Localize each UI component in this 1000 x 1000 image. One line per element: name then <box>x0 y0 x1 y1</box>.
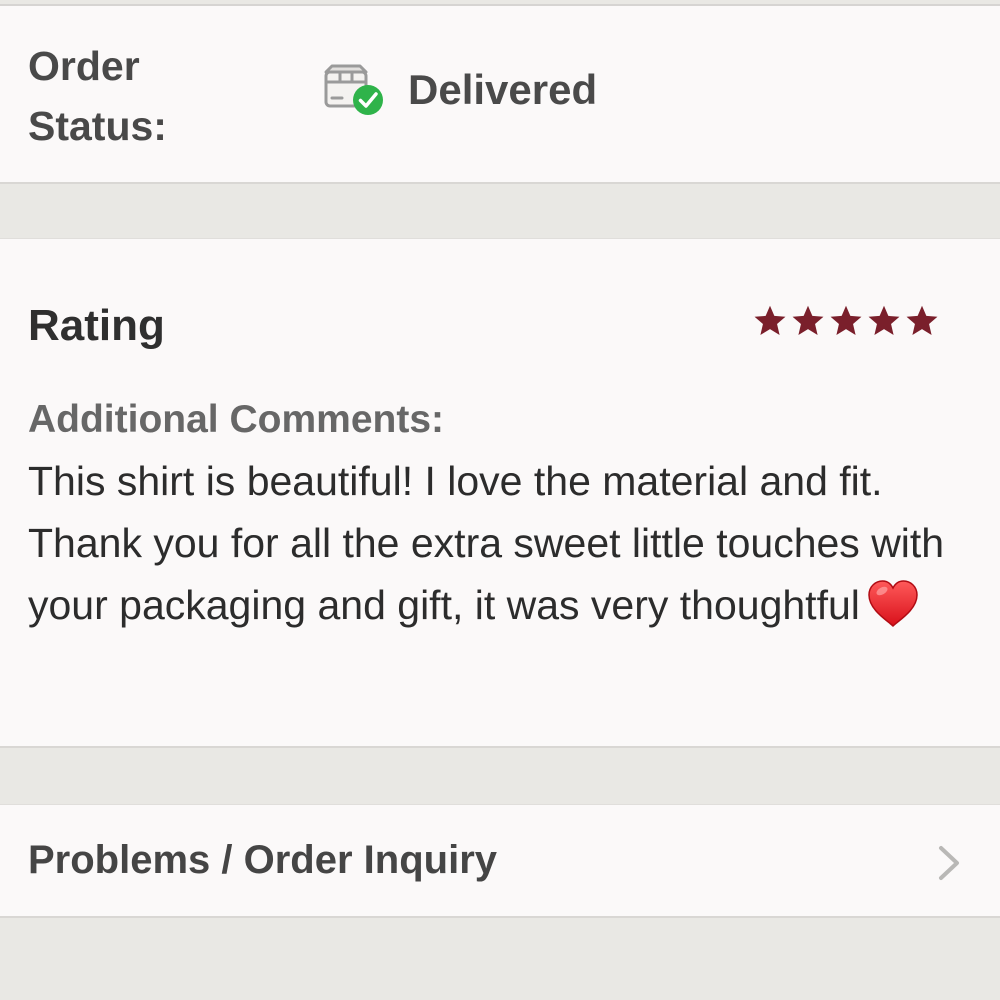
star-rating <box>752 300 942 342</box>
comment-body: This shirt is beautiful! I love the mate… <box>28 458 945 628</box>
chevron-right-icon[interactable] <box>934 843 964 883</box>
red-heart-icon <box>866 579 920 629</box>
problems-order-inquiry-label[interactable]: Problems / Order Inquiry <box>28 832 497 888</box>
order-status-value-group: Delivered <box>324 60 597 120</box>
additional-comments-text: This shirt is beautiful! I love the mate… <box>28 450 958 636</box>
package-delivered-icon <box>324 62 386 118</box>
order-status-value: Delivered <box>408 66 598 113</box>
star-icon <box>866 303 902 339</box>
rating-label: Rating <box>28 301 165 350</box>
star-icon <box>904 303 940 339</box>
star-icon <box>752 303 788 339</box>
order-status-label: Order Status: <box>28 43 167 149</box>
star-icon <box>790 303 826 339</box>
additional-comments-label: Additional Comments: <box>28 398 444 441</box>
star-icon <box>828 303 864 339</box>
order-detail-screen: Order Status: Delivered Rating Additiona… <box>0 0 1000 1000</box>
